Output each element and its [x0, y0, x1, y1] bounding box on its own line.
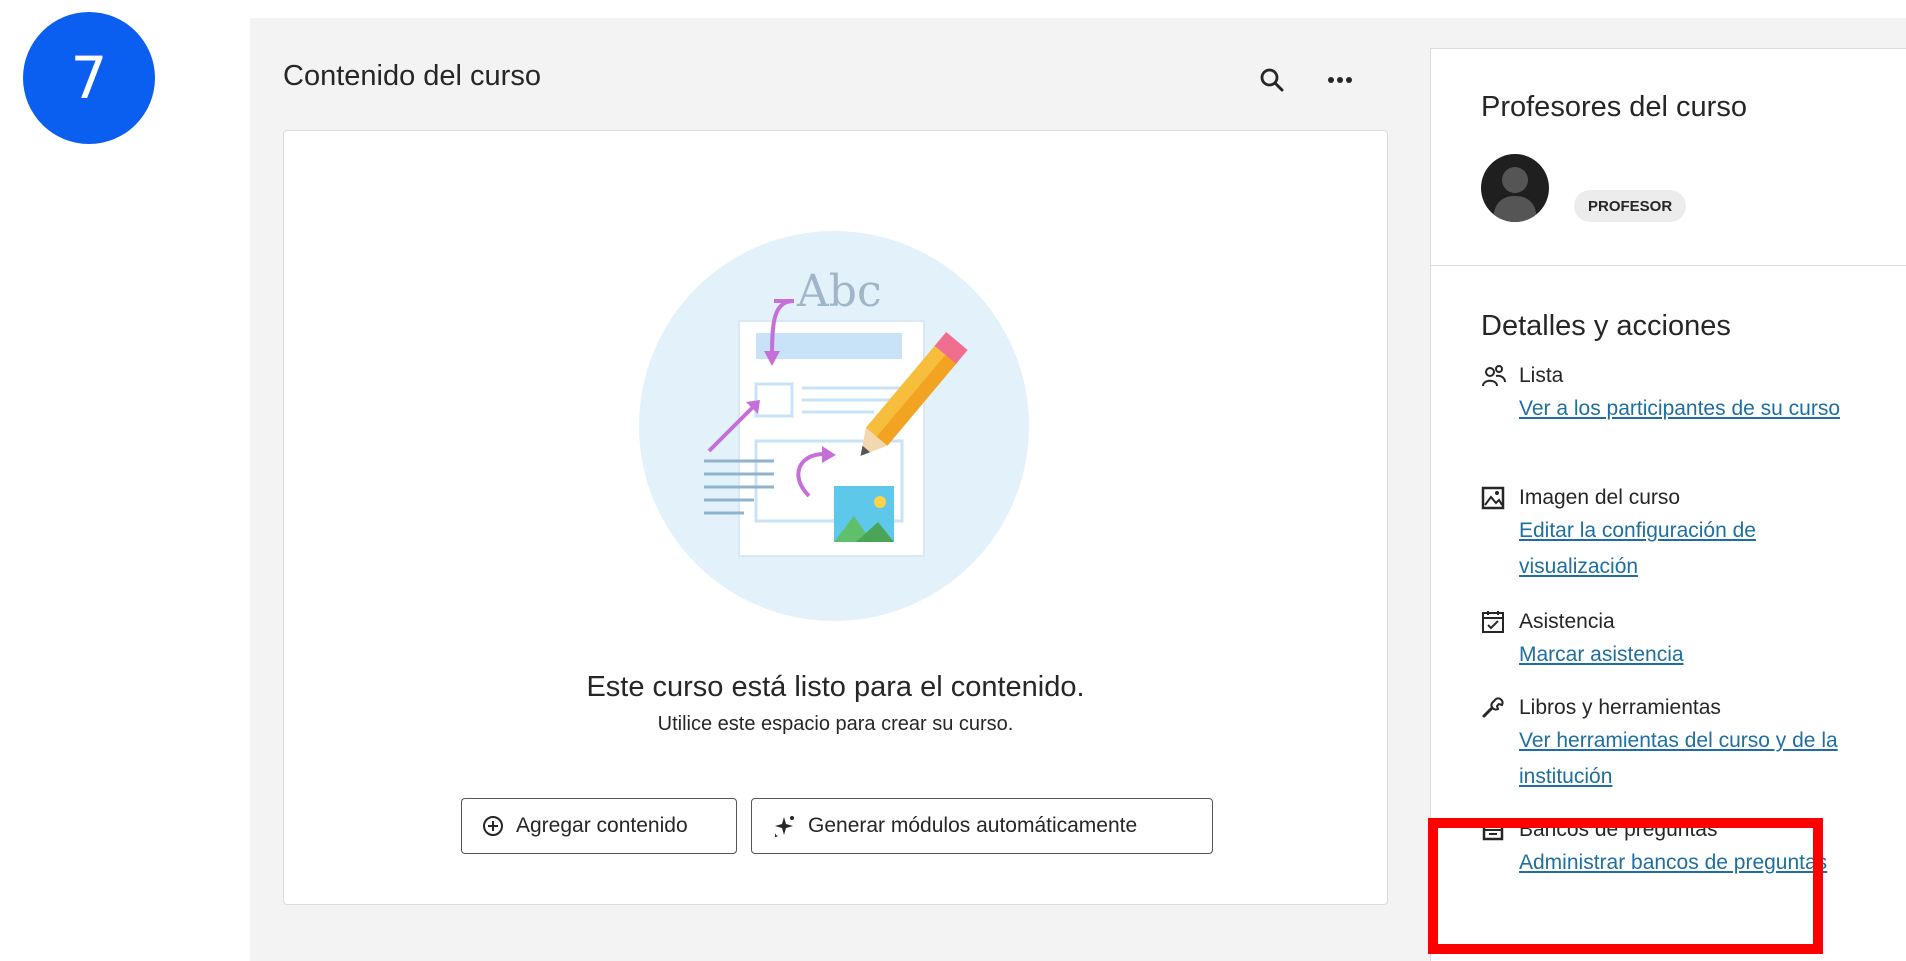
more-options-icon[interactable]	[1322, 62, 1358, 98]
action-roster-title: Lista	[1519, 364, 1564, 387]
course-content-title: Contenido del curso	[283, 60, 541, 92]
svg-text:Abc: Abc	[796, 266, 882, 317]
image-icon	[1481, 486, 1505, 510]
sidebar-divider	[1431, 265, 1906, 266]
question-bank-icon	[1482, 819, 1504, 841]
wrench-icon	[1482, 697, 1504, 718]
action-question-banks-title: Bancos de preguntas	[1519, 818, 1718, 841]
action-books-tools-title: Libros y herramientas	[1519, 696, 1721, 719]
plus-circle-icon	[483, 816, 503, 836]
action-course-image: Imagen del curso Editar la configuración…	[1481, 483, 1881, 585]
details-title: Detalles y acciones	[1481, 310, 1731, 342]
step-number-badge: 7	[23, 12, 155, 144]
action-books-tools-link[interactable]: Ver herramientas del curso y de la insti…	[1519, 723, 1859, 795]
generate-modules-label: Generar módulos automáticamente	[808, 814, 1138, 837]
action-course-image-title: Imagen del curso	[1519, 486, 1681, 509]
empty-content-card: Abc Este curso está listo para el conten…	[283, 130, 1388, 905]
action-question-banks: Bancos de preguntas Administrar bancos d…	[1481, 815, 1881, 881]
course-sidebar: Profesores del curso PROFESOR Detalles y…	[1430, 48, 1906, 961]
attendance-icon	[1482, 611, 1504, 633]
action-roster: Lista Ver a los participantes de su curs…	[1481, 361, 1881, 427]
action-course-image-link[interactable]: Editar la configuración de visualización	[1519, 513, 1859, 585]
action-roster-link[interactable]: Ver a los participantes de su curso	[1519, 391, 1859, 427]
sparkle-icon	[775, 816, 794, 837]
avatar[interactable]	[1481, 154, 1549, 222]
action-question-banks-link[interactable]: Administrar bancos de preguntas	[1519, 845, 1859, 881]
generate-modules-button[interactable]: Generar módulos automáticamente	[751, 798, 1213, 854]
action-attendance-link[interactable]: Marcar asistencia	[1519, 637, 1859, 673]
roster-icon	[1482, 365, 1506, 387]
content-ready-illustration: Abc	[639, 231, 1029, 621]
action-attendance-title: Asistencia	[1519, 610, 1615, 633]
role-badge: PROFESOR	[1574, 190, 1687, 222]
instructors-title: Profesores del curso	[1481, 91, 1747, 123]
empty-state-title: Este curso está listo para el contenido.	[586, 671, 1085, 703]
add-content-button[interactable]: Agregar contenido	[461, 798, 737, 854]
add-content-label: Agregar contenido	[516, 814, 688, 837]
user-silhouette-icon	[1493, 167, 1537, 222]
search-icon[interactable]	[1254, 62, 1290, 98]
action-books-tools: Libros y herramientas Ver herramientas d…	[1481, 693, 1881, 795]
action-attendance: Asistencia Marcar asistencia	[1481, 607, 1881, 673]
empty-state-subtitle: Utilice este espacio para crear su curso…	[657, 713, 1014, 735]
